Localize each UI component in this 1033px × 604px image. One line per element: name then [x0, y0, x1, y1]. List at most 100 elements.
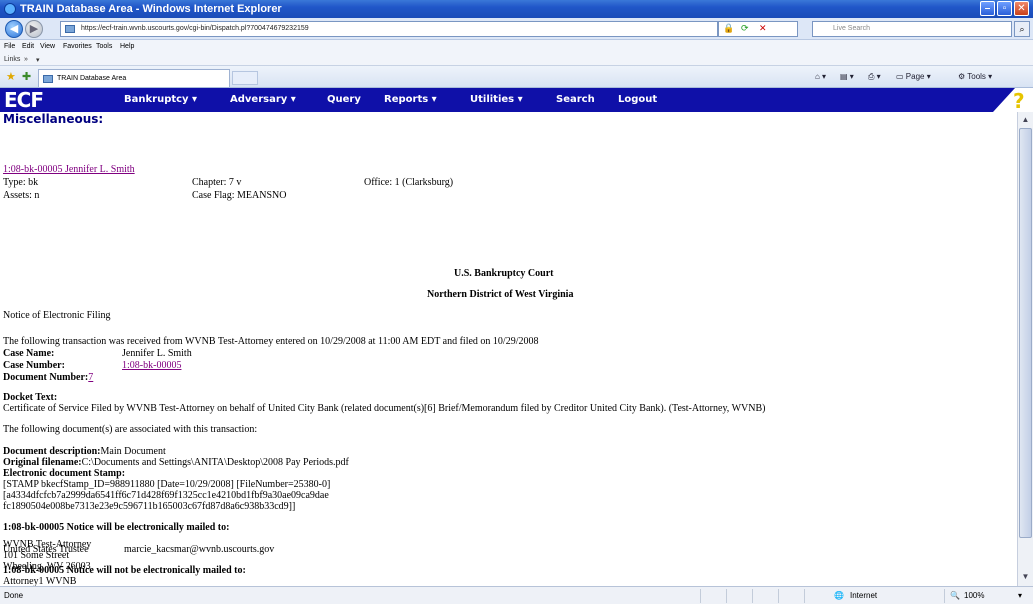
ecf-logo[interactable]: ECF — [4, 88, 44, 112]
stamp-line: [STAMP bkecfStamp_ID=988911880 [Date=10/… — [3, 479, 331, 490]
transaction-text: The following transaction was received f… — [3, 336, 539, 347]
ie-icon — [4, 3, 16, 15]
case-link[interactable]: 1:08-bk-00005 Jennifer L. Smith — [3, 164, 135, 175]
docket-text-label: Docket Text: — [3, 392, 58, 403]
court-name: U.S. Bankruptcy Court — [454, 268, 554, 279]
court-district: Northern District of West Virginia — [427, 289, 574, 300]
back-button[interactable]: ◀ — [5, 20, 23, 38]
address-line: 101 Some Street — [3, 550, 70, 561]
menu-edit[interactable]: Edit — [22, 43, 34, 50]
page-content: Miscellaneous: 1:08-bk-00005 Jennifer L.… — [0, 112, 1017, 586]
page-menu-label: Page — [905, 72, 925, 81]
ecf-navbar: ECF Bankruptcy ▾ Adversary ▾ Query Repor… — [0, 88, 1017, 112]
stop-icon[interactable]: ✕ — [759, 23, 767, 34]
stamp-line: [a4334dfcfcb7a2999da6541ff6c71d428f69f13… — [3, 490, 329, 501]
scrollbar-thumb[interactable] — [1019, 128, 1032, 538]
mailed-email: marcie_kacsmar@wvnb.uscourts.gov — [124, 544, 275, 555]
menu-tools[interactable]: Tools — [96, 43, 112, 50]
refresh-icon[interactable]: ⟳ — [741, 23, 749, 34]
address-row: ◀ ▶ https://ecf-train.wvnb.uscourts.gov/… — [0, 18, 1033, 40]
search-input[interactable]: Live Search — [812, 21, 1012, 37]
close-button[interactable]: ✕ — [1014, 1, 1029, 16]
orig-filename-value: C:\Documents and Settings\ANITA\Desktop\… — [81, 457, 349, 468]
notice-title: Notice of Electronic Filing — [3, 310, 111, 321]
nav-bankruptcy[interactable]: Bankruptcy ▾ — [124, 94, 197, 105]
case-office: Office: 1 (Clarksburg) — [364, 177, 454, 188]
page-menu[interactable]: ▭ Page ▾ — [896, 72, 931, 81]
case-name-value: Jennifer L. Smith — [122, 348, 192, 359]
case-number-label: Case Number: — [3, 360, 65, 371]
section-title: Miscellaneous: — [3, 112, 104, 126]
menu-favorites[interactable]: Favorites — [63, 43, 92, 50]
zoom-dropdown-icon[interactable]: ▾ — [1018, 591, 1022, 600]
case-number-link[interactable]: 1:08-bk-00005 — [122, 360, 181, 371]
print-icon[interactable]: ⎙ ▾ — [868, 72, 881, 82]
stamp-label: Electronic document Stamp: — [3, 468, 126, 479]
menu-help[interactable]: Help — [120, 43, 134, 50]
nav-adversary[interactable]: Adversary ▾ — [230, 94, 296, 105]
scroll-down-icon[interactable]: ▼ — [1019, 570, 1032, 584]
home-icon[interactable]: ⌂ ▾ — [815, 72, 826, 81]
case-type: Type: bk — [3, 177, 39, 188]
feeds-button-icon[interactable]: ▤ ▾ — [840, 72, 854, 81]
document-number-row: Document Number:7 — [3, 372, 93, 383]
tab-title: TRAIN Database Area — [57, 75, 127, 82]
vertical-scrollbar[interactable]: ▲ ▼ — [1017, 112, 1033, 586]
orig-filename-label: Original filename: — [3, 457, 82, 468]
doc-description-row: Document description:Main Document — [3, 446, 166, 457]
doc-description-label: Document description: — [3, 446, 101, 457]
links-bar: Links » ▾ — [0, 54, 1033, 66]
maximize-button[interactable]: ▫ — [997, 1, 1012, 16]
feeds-icon[interactable]: ▾ — [36, 56, 40, 64]
lock-icon[interactable]: 🔒 — [723, 23, 734, 34]
nav-logout[interactable]: Logout — [618, 94, 657, 105]
new-tab-button[interactable] — [232, 71, 258, 85]
address-line: WVNB Test-Attorney — [3, 539, 92, 550]
stamp-line: fc1890504e008be7313e23e9c596711b165003c6… — [3, 501, 296, 512]
case-name-label: Case Name: — [3, 348, 55, 359]
nav-query[interactable]: Query — [327, 94, 361, 105]
menu-file[interactable]: File — [4, 43, 15, 50]
address-input[interactable]: https://ecf-train.wvnb.uscourts.gov/cgi-… — [60, 21, 718, 37]
tools-menu[interactable]: ⚙ Tools ▾ — [958, 72, 992, 81]
tab-row: ★ ✚ TRAIN Database Area ⌂ ▾ ▤ ▾ ⎙ ▾ ▭ Pa… — [0, 66, 1033, 88]
case-assets: Assets: n — [3, 190, 40, 201]
question-mark-icon: ? — [1013, 89, 1025, 113]
document-number-label: Document Number: — [3, 372, 89, 383]
scroll-up-icon[interactable]: ▲ — [1019, 113, 1032, 127]
nav-utilities[interactable]: Utilities ▾ — [470, 94, 523, 105]
address-line: Wheeling, WV 26003 — [3, 561, 91, 572]
search-icon[interactable]: ⌕ — [1014, 21, 1030, 37]
nav-reports[interactable]: Reports ▾ — [384, 94, 437, 105]
security-zone: 🔒 ⟳ ✕ — [718, 21, 798, 37]
doc-description-value: Main Document — [100, 446, 166, 457]
mailed-heading: 1:08-bk-00005 Notice will be electronica… — [3, 522, 230, 533]
attorney-cutoff: Attorney1 WVNB — [3, 577, 77, 586]
browser-tab[interactable]: TRAIN Database Area — [38, 69, 230, 87]
links-label[interactable]: Links — [4, 56, 20, 63]
menu-bar: File Edit View Favorites Tools Help — [0, 40, 1033, 54]
search-placeholder: Live Search — [833, 25, 870, 32]
tools-menu-label: Tools — [967, 72, 986, 81]
globe-icon: 🌐 — [834, 591, 844, 600]
case-flag: Case Flag: MEANSNO — [192, 190, 287, 201]
add-favorite-icon[interactable]: ✚ — [22, 70, 31, 83]
forward-button[interactable]: ▶ — [25, 20, 43, 38]
nav-search[interactable]: Search — [556, 94, 595, 105]
case-chapter: Chapter: 7 v — [192, 177, 242, 188]
minimize-button[interactable]: – — [980, 1, 995, 16]
window-titlebar: TRAIN Database Area - Windows Internet E… — [0, 0, 1033, 18]
chevron-right-icon[interactable]: » — [24, 56, 28, 63]
status-bar: Done 🌐 Internet 🔍 100% ▾ — [0, 586, 1033, 604]
not-mailed-address: WVNB Test-Attorney 101 Some Street Wheel… — [3, 539, 91, 572]
menu-view[interactable]: View — [40, 43, 55, 50]
favorites-star-icon[interactable]: ★ — [6, 70, 16, 83]
help-button[interactable]: ? — [993, 88, 1033, 113]
orig-filename-row: Original filename:C:\Documents and Setti… — [3, 457, 349, 468]
zone-label: Internet — [850, 591, 878, 600]
document-number-link[interactable]: 7 — [88, 372, 93, 383]
window-title: TRAIN Database Area - Windows Internet E… — [20, 3, 282, 15]
zoom-icon[interactable]: 🔍 — [950, 591, 960, 600]
zoom-level[interactable]: 100% — [964, 591, 984, 600]
associated-docs-text: The following document(s) are associated… — [3, 424, 258, 435]
